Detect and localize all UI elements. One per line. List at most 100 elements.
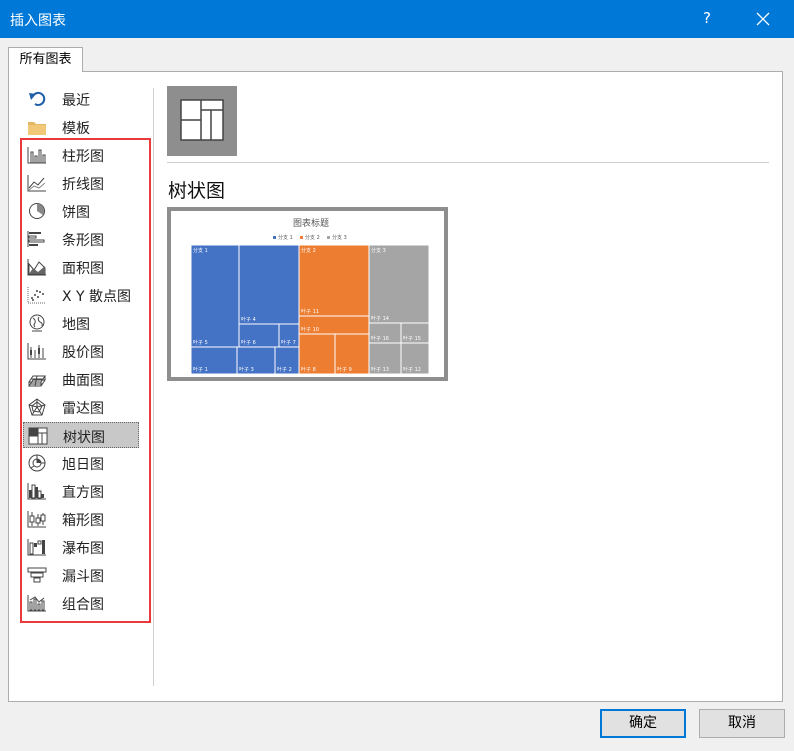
sidebar-item-label: 直方图: [62, 485, 104, 501]
column-chart-icon: [27, 146, 47, 164]
treemap-cell: [190, 244, 240, 348]
sidebar-item-box-whisker[interactable]: 箱形图: [23, 506, 139, 532]
treemap-thumbnail-icon: [180, 99, 224, 141]
area-chart-icon: [27, 258, 47, 276]
treemap-cell-label: 叶子 4: [241, 316, 256, 323]
legend-label: 分支 1: [278, 234, 293, 241]
undo-icon: [27, 90, 47, 108]
sidebar-item-combo[interactable]: 组合图: [23, 590, 139, 616]
horizontal-divider: [167, 162, 769, 163]
sidebar-item-sunburst[interactable]: 旭日图: [23, 450, 139, 476]
bar-chart-icon: [27, 230, 47, 248]
treemap-cell-label: 分支 3: [371, 247, 386, 254]
sidebar-item-label: 树状图: [63, 430, 105, 446]
chart-preview-canvas: 图表标题 分支 1 分支 2 分支 3 分支 1 叶子 4 叶子 5 叶子 6 …: [171, 211, 444, 377]
sidebar-item-label: 地图: [62, 317, 90, 333]
chart-preview: 图表标题 分支 1 分支 2 分支 3 分支 1 叶子 4 叶子 5 叶子 6 …: [167, 207, 448, 381]
dialog-title: 插入图表: [10, 13, 66, 29]
folder-icon: [27, 118, 47, 136]
sidebar-item-bar[interactable]: 条形图: [23, 226, 139, 252]
treemap-cell-label: 叶子 11: [301, 308, 319, 315]
sidebar-item-funnel[interactable]: 漏斗图: [23, 562, 139, 588]
treemap-cell-label: 叶子 2: [277, 366, 292, 373]
treemap-cell-label: 叶子 14: [371, 315, 389, 322]
sidebar-item-label: 组合图: [62, 597, 104, 613]
treemap-cell-label: 叶子 12: [403, 366, 421, 373]
chart-type-title: 树状图: [168, 180, 226, 202]
sidebar-item-label: 瀑布图: [62, 541, 104, 557]
sidebar-item-label: 模板: [62, 121, 90, 137]
sidebar-item-stock[interactable]: 股价图: [23, 338, 139, 364]
chart-panel: 最近 模板 柱形图 折线图 饼图 条形图 面积图 X Y 散点图 地图 股价图 …: [8, 71, 783, 702]
treemap-cell-label: 叶子 15: [403, 335, 421, 342]
sidebar-item-label: 曲面图: [62, 373, 104, 389]
legend-marker-branch2: [300, 236, 303, 239]
stock-chart-icon: [27, 342, 47, 360]
sidebar-item-label: 漏斗图: [62, 569, 104, 585]
histogram-chart-icon: [27, 482, 47, 500]
radar-chart-icon: [27, 398, 47, 416]
sidebar-item-line[interactable]: 折线图: [23, 170, 139, 196]
sidebar-item-label: 雷达图: [62, 401, 104, 417]
funnel-chart-icon: [27, 566, 47, 584]
sidebar-item-pie[interactable]: 饼图: [23, 198, 139, 224]
legend-label: 分支 3: [332, 234, 347, 241]
sidebar-item-waterfall[interactable]: 瀑布图: [23, 534, 139, 560]
sidebar-item-map[interactable]: 地图: [23, 310, 139, 336]
sidebar-item-label: 旭日图: [62, 457, 104, 473]
treemap-cell-label: 叶子 5: [193, 339, 208, 346]
ok-button[interactable]: 确定: [600, 709, 686, 738]
legend-marker-branch3: [327, 236, 330, 239]
treemap-cell-label: 叶子 9: [337, 366, 352, 373]
legend-label: 分支 2: [305, 234, 320, 241]
sidebar-item-label: 股价图: [62, 345, 104, 361]
pie-chart-icon: [27, 202, 47, 220]
help-button[interactable]: ?: [697, 8, 717, 28]
close-icon: [756, 12, 770, 26]
sunburst-chart-icon: [27, 454, 47, 472]
sidebar-item-xy-scatter[interactable]: X Y 散点图: [23, 282, 139, 308]
sidebar-item-histogram[interactable]: 直方图: [23, 478, 139, 504]
surface-chart-icon: [27, 370, 47, 388]
combo-chart-icon: [27, 594, 47, 612]
sidebar-item-label: 箱形图: [62, 513, 104, 529]
legend-marker-branch1: [273, 236, 276, 239]
map-chart-icon: [27, 314, 47, 332]
treemap-cell-label: 分支 1: [193, 247, 208, 254]
treemap-cell-label: 叶子 8: [301, 366, 316, 373]
sidebar-item-radar[interactable]: 雷达图: [23, 394, 139, 420]
scatter-chart-icon: [27, 286, 47, 304]
box-whisker-chart-icon: [27, 510, 47, 528]
sidebar-item-treemap[interactable]: 树状图: [23, 422, 139, 448]
sidebar-item-label: 条形图: [62, 233, 104, 249]
tab-all-charts[interactable]: 所有图表: [8, 47, 83, 72]
sidebar-item-label: 最近: [62, 93, 90, 109]
close-button[interactable]: [750, 6, 776, 32]
treemap-cell-label: 叶子 13: [371, 366, 389, 373]
treemap-cell-label: 叶子 1: [193, 366, 208, 373]
treemap-cell-label: 分支 2: [301, 247, 316, 254]
sidebar-item-recent[interactable]: 最近: [23, 86, 139, 112]
treemap-cell: [238, 244, 300, 325]
treemap-cell-label: 叶子 16: [371, 335, 389, 342]
treemap-cell: [298, 244, 370, 317]
sidebar-item-column[interactable]: 柱形图: [23, 142, 139, 168]
cancel-button[interactable]: 取消: [699, 709, 785, 738]
line-chart-icon: [27, 174, 47, 192]
treemap-cell: [368, 244, 430, 324]
chart-subtype-treemap-thumbnail[interactable]: [167, 86, 237, 156]
treemap-cell-label: 叶子 10: [301, 326, 319, 333]
sidebar-item-surface[interactable]: 曲面图: [23, 366, 139, 392]
treemap-chart-icon: [28, 427, 48, 445]
sidebar-item-label: 面积图: [62, 261, 104, 277]
preview-chart-title: 图表标题: [293, 217, 329, 229]
title-bar: 插入图表 ?: [0, 0, 794, 38]
treemap-cell-label: 叶子 7: [281, 339, 296, 346]
sidebar-item-label: 柱形图: [62, 149, 104, 165]
treemap-cell-label: 叶子 3: [239, 366, 254, 373]
sidebar-item-label: 折线图: [62, 177, 104, 193]
sidebar-item-area[interactable]: 面积图: [23, 254, 139, 280]
sidebar-item-templates[interactable]: 模板: [23, 114, 139, 140]
treemap-cell-label: 叶子 6: [241, 339, 256, 346]
vertical-divider: [153, 88, 154, 686]
